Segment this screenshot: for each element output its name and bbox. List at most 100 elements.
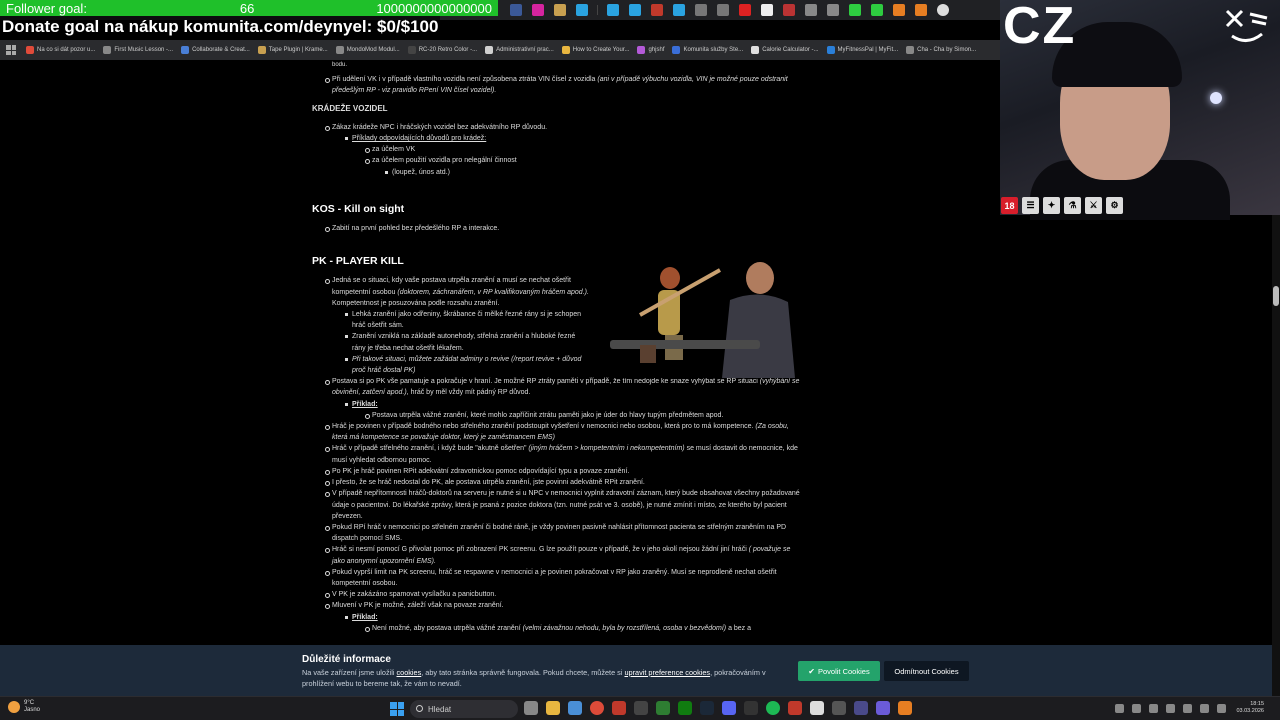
download-tab-icon[interactable] xyxy=(717,4,729,16)
list-item: Při takové situaci, můžete zažádat admin… xyxy=(345,354,582,376)
chrome-icon[interactable] xyxy=(590,701,604,715)
cookies-link[interactable]: cookies xyxy=(397,668,422,677)
bookmark-label: Cha - Cha by Simon... xyxy=(917,47,977,53)
bookmark-favicon-icon xyxy=(906,46,915,54)
cookie-title: Důležité informace xyxy=(302,654,391,665)
task-view-icon[interactable] xyxy=(524,701,538,715)
list-item: Pokud vyprší limit na PK screenu, hráč s… xyxy=(325,567,802,589)
goal-target: 1000000000000000 xyxy=(376,0,492,16)
list-item: Zabití na první pohled bez předešlého RP… xyxy=(325,223,802,234)
search-icon xyxy=(416,705,423,712)
list-item: za účelem použití vozidla pro nelegální … xyxy=(365,155,802,166)
bookmark-favicon-icon xyxy=(181,46,190,54)
cookie-banner: Důležité informace Na vaše zařízení jsme… xyxy=(0,645,1272,696)
chrome-tab-icon[interactable] xyxy=(937,4,949,16)
windows-taskbar: 9°C Jasno Hledat 18:15 03.03.2026 xyxy=(0,696,1280,720)
bookmark-label: ghjshf xyxy=(648,47,665,53)
settings-tab-icon[interactable] xyxy=(805,4,817,16)
reject-cookies-button[interactable]: Odmítnout Cookies xyxy=(884,661,969,681)
brave-tab-icon[interactable] xyxy=(893,4,905,16)
bookmark-item[interactable]: Cha - Cha by Simon... xyxy=(906,46,976,54)
weather-sun-icon xyxy=(8,701,20,713)
shield-icon[interactable] xyxy=(1149,703,1159,713)
accept-cookies-button[interactable]: ✔ Povolit Cookies xyxy=(798,661,880,681)
bookmark-favicon-icon xyxy=(335,46,344,54)
weather-widget[interactable]: 9°C Jasno xyxy=(8,700,40,714)
streamer-logo-icon xyxy=(1225,9,1268,42)
bookmark-item[interactable]: Na co si dát pozor u... xyxy=(26,46,95,54)
steam-icon[interactable] xyxy=(700,701,714,715)
files-app-icon[interactable] xyxy=(568,701,582,715)
folder-tab-icon[interactable] xyxy=(554,4,566,16)
bookmark-item[interactable]: RC-20 Retro Color -... xyxy=(407,46,477,54)
instagram-tab-icon[interactable] xyxy=(532,4,544,16)
terminal-icon[interactable] xyxy=(744,701,758,715)
telegram-tab-icon[interactable] xyxy=(576,4,588,16)
bookmark-favicon-icon xyxy=(826,46,835,54)
app-icon[interactable] xyxy=(876,701,890,715)
music-tab-icon[interactable] xyxy=(783,4,795,16)
microphone-icon[interactable] xyxy=(1166,703,1176,713)
bookmark-item[interactable]: Administrativní prac... xyxy=(485,46,554,54)
opera-gx-icon[interactable] xyxy=(612,701,626,715)
app-icon[interactable] xyxy=(854,701,868,715)
notion-icon[interactable] xyxy=(810,701,824,715)
app-icon[interactable] xyxy=(634,701,648,715)
battery-icon[interactable] xyxy=(1217,703,1227,713)
kick-tab-icon[interactable] xyxy=(871,4,883,16)
bookmark-label: Administrativní prac... xyxy=(496,47,554,53)
bookmark-item[interactable]: ghjshf xyxy=(637,46,664,54)
facebook-tab-icon[interactable] xyxy=(510,4,522,16)
bookmark-item[interactable]: Calorie Calculator -... xyxy=(751,46,819,54)
list-item: I přesto, že se hráč nedostal do PK, ale… xyxy=(325,477,802,488)
bookmark-item[interactable]: MondoMod Modul... xyxy=(335,46,400,54)
bookmark-label: Na co si dát pozor u... xyxy=(37,47,96,53)
obs-icon[interactable] xyxy=(788,701,802,715)
list-item: Hráč v případě střelného zranění, i když… xyxy=(325,443,802,465)
bookmark-item[interactable]: First Music Lesson -... xyxy=(103,46,173,54)
kick-tab-icon[interactable] xyxy=(849,4,861,16)
volume-icon[interactable] xyxy=(1200,703,1210,713)
bookmark-item[interactable]: Tape Plugin | Krame... xyxy=(257,46,328,54)
bookmark-favicon-icon xyxy=(26,46,34,54)
brave-icon[interactable] xyxy=(898,701,912,715)
bookmark-favicon-icon xyxy=(672,46,681,54)
list-item: Hráč je povinen v případě bodného nebo s… xyxy=(325,421,802,443)
file-explorer-icon[interactable] xyxy=(546,701,560,715)
discord-icon[interactable] xyxy=(722,701,736,715)
bookmark-label: MyFitnessPal | MyFit... xyxy=(837,47,899,53)
bookmark-item[interactable]: Komunita služby Ste... xyxy=(672,46,743,54)
telegram-tab-icon[interactable] xyxy=(607,4,619,16)
chevron-up-icon[interactable] xyxy=(1115,703,1125,713)
settings-tab-icon[interactable] xyxy=(827,4,839,16)
webcam-country-label: CZ xyxy=(1003,0,1077,55)
taskbar-clock[interactable]: 18:15 03.03.2026 xyxy=(1236,701,1264,715)
network-icon[interactable] xyxy=(1183,703,1193,713)
globe-tab-icon[interactable] xyxy=(695,4,707,16)
bookmark-label: Tape Plugin | Krame... xyxy=(268,47,328,53)
scrollbar-thumb[interactable] xyxy=(1273,286,1279,306)
list-item: V případě nepřítomnosti hráčů-doktorů na… xyxy=(325,488,802,522)
bookmark-item[interactable]: How to Create Your... xyxy=(561,46,629,54)
spotify-icon[interactable] xyxy=(766,701,780,715)
cloud-icon[interactable] xyxy=(1132,703,1142,713)
cookie-preferences-link[interactable]: upravit preference cookies xyxy=(624,668,710,677)
nvidia-icon[interactable] xyxy=(656,701,670,715)
telegram-tab-icon[interactable] xyxy=(629,4,641,16)
wikipedia-tab-icon[interactable] xyxy=(761,4,773,16)
brave-tab-icon[interactable] xyxy=(915,4,927,16)
xbox-icon[interactable] xyxy=(678,701,692,715)
list-item: Lehká zranění jako odřeniny, škrábance č… xyxy=(345,309,582,331)
list-item: Při udělení VK i v případě vlastního voz… xyxy=(325,74,802,96)
apps-grid-icon[interactable] xyxy=(6,45,16,55)
bookmark-item[interactable]: Collaborate & Creat... xyxy=(181,46,250,54)
opera-tab-icon[interactable] xyxy=(651,4,663,16)
taskbar-search[interactable]: Hledat xyxy=(410,700,518,718)
telegram-tab-icon[interactable] xyxy=(673,4,685,16)
gmail-tab-icon[interactable] xyxy=(739,4,751,16)
settings-icon[interactable] xyxy=(832,701,846,715)
start-button[interactable] xyxy=(390,702,404,716)
theft-rule-list: Zákaz krádeže NPC i hráčských vozidel be… xyxy=(312,122,802,178)
list-item: Jedná se o situaci, kdy vaše postava utr… xyxy=(325,275,592,309)
bookmark-item[interactable]: MyFitnessPal | MyFit... xyxy=(826,46,899,54)
